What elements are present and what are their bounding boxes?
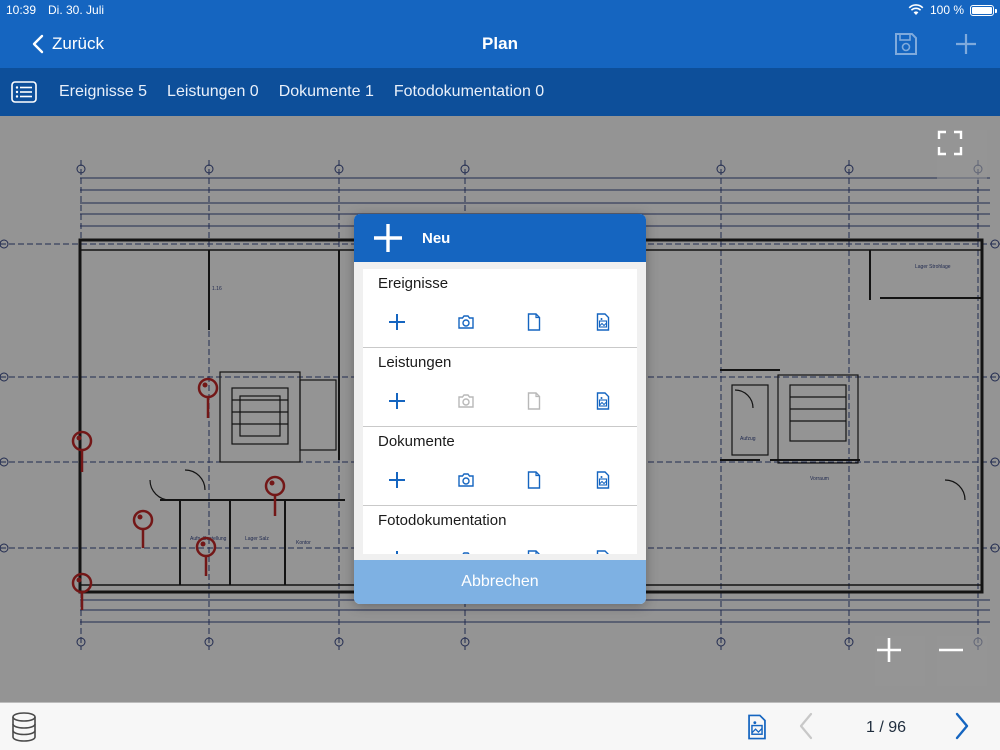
zoom-out-button[interactable]: [937, 636, 987, 686]
zoom-in-icon: [877, 638, 901, 662]
plus-icon: [389, 472, 406, 488]
chevron-right-icon[interactable]: [954, 712, 970, 740]
document-button-disabled: [500, 390, 569, 412]
camera-button-disabled: [432, 390, 501, 412]
status-right: 100 %: [908, 3, 997, 17]
status-time: 10:39: [6, 3, 37, 17]
navigation-bar: Zurück Plan: [0, 20, 1000, 68]
camera-button[interactable]: [432, 469, 501, 491]
plus-icon: [396, 551, 399, 554]
image-document-button[interactable]: [569, 469, 638, 491]
camera-icon: [458, 394, 474, 408]
section-fotodokumentation: Fotodokumentation: [363, 506, 637, 554]
section-title: Fotodokumentation: [378, 512, 507, 529]
camera-icon: [458, 473, 474, 487]
document-button[interactable]: [500, 469, 569, 491]
add-button[interactable]: [363, 469, 432, 491]
tab-list: Ereignisse 5 Leistungen 0 Dokumente 1 Fo…: [59, 68, 544, 116]
document-icon: [528, 313, 541, 331]
list-button[interactable]: [0, 68, 48, 116]
tab-fotodokumentation[interactable]: Fotodokumentation 0: [394, 83, 544, 101]
wifi-icon: [908, 4, 924, 15]
fullscreen-icon: [937, 130, 963, 156]
camera-icon: [458, 315, 474, 329]
back-button[interactable]: Zurück: [32, 20, 104, 68]
image-document-icon: [596, 313, 609, 331]
dialog-title: Neu: [422, 229, 451, 247]
image-document-button[interactable]: [569, 390, 638, 412]
new-item-dialog: Neu Ereignisse Leistungen Dokumente Foto…: [354, 214, 646, 604]
section-leistungen: Leistungen: [363, 348, 637, 427]
battery-icon: [970, 4, 997, 16]
document-icon: [528, 471, 541, 489]
tab-bar: Ereignisse 5 Leistungen 0 Dokumente 1 Fo…: [0, 68, 1000, 116]
zoom-in-button[interactable]: [875, 636, 925, 686]
new-header-button[interactable]: Neu: [354, 214, 646, 262]
image-document-button[interactable]: [569, 548, 638, 554]
plus-icon: [389, 393, 406, 409]
add-button[interactable]: [363, 311, 432, 333]
back-chevron-icon: [32, 34, 44, 54]
fullscreen-button[interactable]: [937, 130, 987, 180]
document-icon: [528, 550, 541, 554]
section-ereignisse: Ereignisse: [363, 269, 637, 348]
tab-leistungen[interactable]: Leistungen 0: [167, 83, 259, 101]
plus-icon: [374, 224, 402, 252]
plus-icon[interactable]: [952, 30, 980, 58]
dialog-sections: Ereignisse Leistungen Dokumente Fotodoku…: [363, 269, 637, 554]
section-title: Dokumente: [378, 433, 455, 450]
status-date: Di. 30. Juli: [48, 3, 105, 17]
plus-icon: [389, 314, 406, 330]
page-title: Plan: [482, 34, 518, 53]
add-button[interactable]: [363, 390, 432, 412]
image-document-icon: [596, 471, 609, 489]
database-icon[interactable]: [10, 712, 38, 742]
image-document-icon[interactable]: [746, 714, 768, 740]
document-button[interactable]: [500, 548, 569, 554]
tab-ereignisse[interactable]: Ereignisse 5: [59, 83, 147, 101]
back-label: Zurück: [52, 34, 104, 53]
image-document-icon: [596, 392, 609, 410]
image-document-button[interactable]: [569, 311, 638, 333]
image-document-icon: [596, 550, 609, 554]
chevron-left-icon: [799, 712, 813, 740]
camera-button[interactable]: [432, 548, 501, 554]
tab-dokumente[interactable]: Dokumente 1: [279, 83, 374, 101]
zoom-out-icon: [939, 648, 963, 652]
add-button[interactable]: [363, 548, 432, 554]
page-indicator: 1 / 96: [865, 719, 907, 736]
camera-button[interactable]: [432, 311, 501, 333]
document-icon: [528, 392, 541, 410]
section-title: Ereignisse: [378, 275, 449, 292]
document-button[interactable]: [500, 311, 569, 333]
save-icon[interactable]: [892, 30, 920, 58]
list-icon: [11, 81, 37, 103]
status-bar: 10:39 Di. 30. Juli 100 %: [0, 0, 1000, 20]
cancel-button[interactable]: Abbrechen: [354, 560, 646, 604]
camera-icon: [462, 552, 470, 554]
section-title: Leistungen: [378, 354, 452, 371]
section-dokumente: Dokumente: [363, 427, 637, 506]
battery-text: 100 %: [929, 3, 964, 17]
bottom-toolbar: 1 / 96: [0, 702, 1000, 750]
